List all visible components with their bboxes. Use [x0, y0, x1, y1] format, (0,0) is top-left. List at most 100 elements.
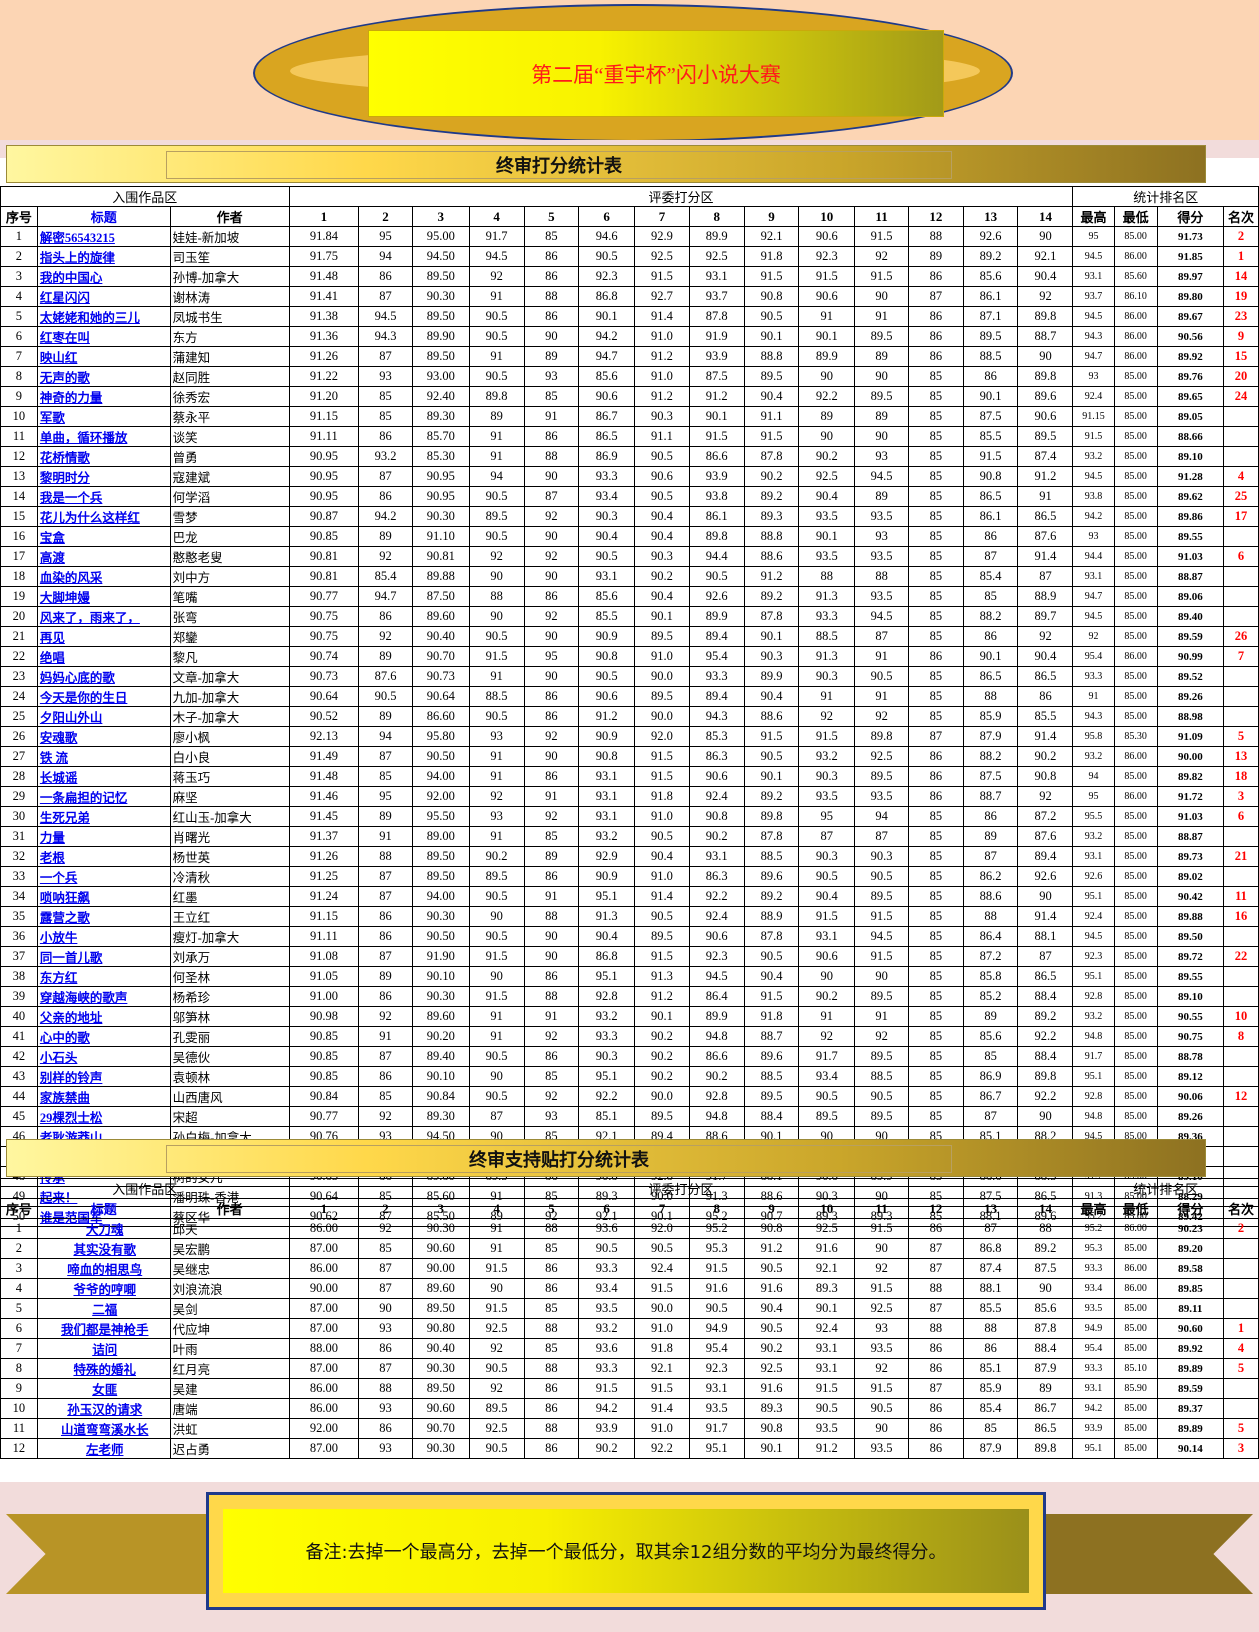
judge-score: 85.5	[962, 1298, 1019, 1319]
entry-title-link[interactable]: 今天是你的生日	[36, 686, 171, 707]
max-score: 93.1	[1072, 266, 1115, 287]
judge-score: 87	[358, 1358, 413, 1379]
entry-title-link[interactable]: 爷爷的哼唧	[36, 1278, 171, 1299]
judge-score: 86	[358, 1338, 413, 1359]
entry-title-link[interactable]: 同一首儿歌	[36, 946, 171, 967]
entry-title-link[interactable]: 我是一个兵	[36, 486, 171, 507]
entry-title-link[interactable]: 无声的歌	[36, 366, 171, 387]
entry-title-link[interactable]: 老根	[36, 846, 171, 867]
entry-title-link[interactable]: 花桥情歌	[36, 446, 171, 467]
judge-score: 91.26	[288, 346, 360, 367]
entry-title-link[interactable]: 穿越海峡的歌声	[36, 986, 171, 1007]
judge-score: 89.50	[411, 866, 470, 887]
judge-score: 92.13	[288, 726, 360, 747]
min-score: 85.00	[1113, 506, 1158, 527]
entry-title-link[interactable]: 血染的风采	[36, 566, 171, 587]
entry-title-link[interactable]: 左老师	[36, 1438, 171, 1459]
judge-score: 90	[523, 566, 580, 587]
entry-title-link[interactable]: 东方红	[36, 966, 171, 987]
row-number: 28	[0, 766, 38, 787]
entry-title-link[interactable]: 军歌	[36, 406, 171, 427]
entry-title-link[interactable]: 红星闪闪	[36, 286, 171, 307]
judge-score: 90.30	[411, 506, 470, 527]
entry-title-link[interactable]: 小放牛	[36, 926, 171, 947]
entry-title-link[interactable]: 孙玉汉的请求	[36, 1398, 171, 1419]
entry-title-link[interactable]: 特殊的婚礼	[36, 1358, 171, 1379]
entry-title-link[interactable]: 二福	[36, 1298, 171, 1319]
judge-score: 85	[907, 366, 964, 387]
min-score: 86.00	[1113, 646, 1158, 667]
entry-title-link[interactable]: 其实没有歌	[36, 1238, 171, 1259]
entry-title-link[interactable]: 红枣在叫	[36, 326, 171, 347]
entry-title-link[interactable]: 妈妈心底的歌	[36, 666, 171, 687]
judge-score: 91.0	[634, 366, 690, 387]
max-score: 95.1	[1072, 1438, 1115, 1459]
judge-score: 89.5	[854, 766, 909, 787]
entry-title-link[interactable]: 父亲的地址	[36, 1006, 171, 1027]
judge-score: 92	[1017, 286, 1074, 307]
entry-title-link[interactable]: 长城谣	[36, 766, 171, 787]
entry-title-link[interactable]: 大脚坤嫚	[36, 586, 171, 607]
entry-title-link[interactable]: 黎明时分	[36, 466, 171, 487]
judge-score: 92.1	[798, 1258, 856, 1279]
judge-score: 87.8	[743, 926, 800, 947]
entry-title-link[interactable]: 风来了，雨来了，	[36, 606, 171, 627]
entry-title-link[interactable]: 映山红	[36, 346, 171, 367]
judge-score: 94.2	[578, 326, 636, 347]
entry-title-link[interactable]: 花儿为什么这样红	[36, 506, 171, 527]
entry-title-link[interactable]: 诘问	[36, 1338, 171, 1359]
entry-title-link[interactable]: 高渡	[36, 546, 171, 567]
judge-score: 87	[907, 1298, 964, 1319]
judge-score: 91.5	[854, 1278, 909, 1299]
entry-title-link[interactable]: 一条扁担的记忆	[36, 786, 171, 807]
judge-score: 92	[523, 726, 580, 747]
judge-score: 87	[358, 746, 413, 767]
judge-score: 91.2	[743, 566, 800, 587]
entry-title-link[interactable]: 大刀魂	[36, 1218, 171, 1239]
judge-score: 91.5	[688, 426, 745, 447]
entry-title-link[interactable]: 我的中国心	[36, 266, 171, 287]
entry-title-link[interactable]: 解密56543215	[36, 226, 171, 247]
judge-score: 91.46	[288, 786, 360, 807]
entry-title-link[interactable]: 再见	[36, 626, 171, 647]
max-score: 95.4	[1072, 1338, 1115, 1359]
judge-score: 85.6	[578, 586, 636, 607]
entry-title-link[interactable]: 29棵烈士松	[36, 1106, 171, 1127]
entry-title-link[interactable]: 家族禁曲	[36, 1086, 171, 1107]
entry-title-link[interactable]: 山道弯弯溪水长	[36, 1418, 171, 1439]
entry-title-link[interactable]: 绝唱	[36, 646, 171, 667]
entry-title-link[interactable]: 露营之歌	[36, 906, 171, 927]
entry-title-link[interactable]: 指头上的旋律	[36, 246, 171, 267]
entry-title-link[interactable]: 安魂歌	[36, 726, 171, 747]
support-judge-7-header: 7	[634, 1198, 690, 1219]
judge-score: 91.2	[578, 706, 636, 727]
judge-score: 87.9	[962, 1438, 1019, 1459]
entry-title-link[interactable]: 力量	[36, 826, 171, 847]
judge-score: 87.00	[288, 1318, 360, 1339]
judge-score: 92.5	[854, 746, 909, 767]
entry-title-link[interactable]: 啼血的相思鸟	[36, 1258, 171, 1279]
max-score: 95.2	[1072, 1218, 1115, 1239]
entry-title-link[interactable]: 单曲，循环播放	[36, 426, 171, 447]
judge-score: 87.00	[288, 1238, 360, 1259]
judge-score: 90.9	[578, 866, 636, 887]
entry-title-link[interactable]: 心中的歌	[36, 1026, 171, 1047]
entry-title-link[interactable]: 生死兄弟	[36, 806, 171, 827]
entry-title-link[interactable]: 别样的铃声	[36, 1066, 171, 1087]
final-score: 89.76	[1156, 366, 1225, 387]
entry-title-link[interactable]: 女匪	[36, 1378, 171, 1399]
author-name: 蔡永平	[169, 406, 290, 427]
entry-title-link[interactable]: 一个兵	[36, 866, 171, 887]
judge-score: 92.2	[634, 1438, 690, 1459]
judge-score: 86	[358, 606, 413, 627]
entry-title-link[interactable]: 小石头	[36, 1046, 171, 1067]
judge-score: 86.5	[1017, 506, 1074, 527]
entry-title-link[interactable]: 太姥姥和她的三儿	[36, 306, 171, 327]
entry-title-link[interactable]: 神奇的力量	[36, 386, 171, 407]
entry-title-link[interactable]: 铁 流	[36, 746, 171, 767]
entry-title-link[interactable]: 我们都是神枪手	[36, 1318, 171, 1339]
entry-title-link[interactable]: 唢呐狂飙	[36, 886, 171, 907]
judge-score: 89.90	[411, 326, 470, 347]
entry-title-link[interactable]: 宝盒	[36, 526, 171, 547]
entry-title-link[interactable]: 夕阳山外山	[36, 706, 171, 727]
